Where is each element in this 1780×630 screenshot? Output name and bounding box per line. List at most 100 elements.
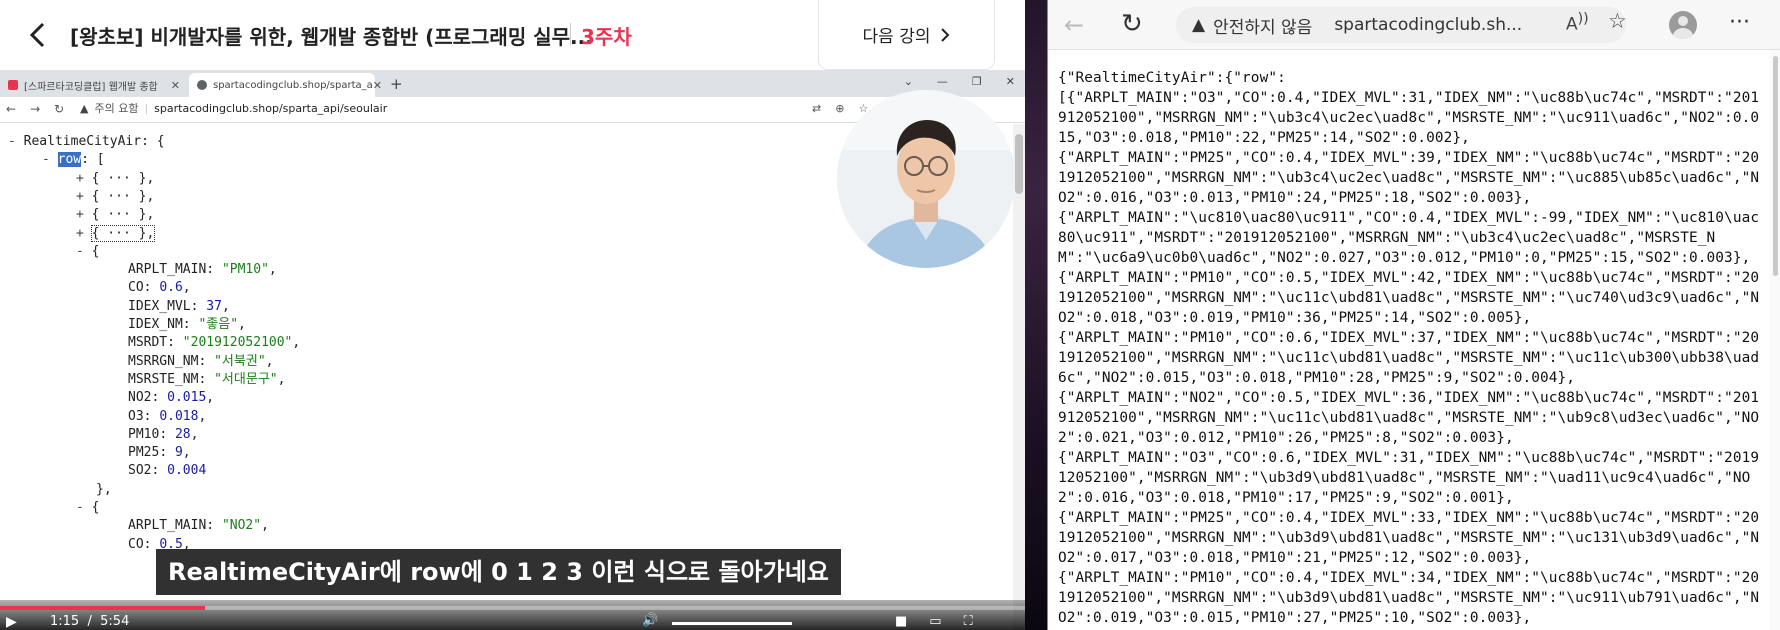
collapse-toggle[interactable]: - (76, 244, 92, 259)
json-property: MSRRGN_NM: "서북권", (128, 352, 273, 372)
fullscreen-icon[interactable]: ⛶ (964, 614, 973, 629)
play-icon[interactable]: ▶ (6, 614, 17, 630)
progress-bar[interactable] (0, 606, 1025, 610)
refresh-icon[interactable]: ↻ (54, 102, 64, 116)
subtitle-caption: RealtimeCityAir에 row에 0 1 2 3 이런 식으로 돌아가… (156, 549, 841, 595)
inner-tab-strip: [스파르타코딩클럽] 웹개발 종합 ✕ spartacodingclub.sho… (0, 70, 1025, 97)
json-value: 9 (174, 445, 183, 461)
json-punct: : { (141, 134, 165, 149)
forward-icon[interactable]: → (30, 102, 40, 116)
add-favorite-icon[interactable]: ☆ (1608, 9, 1627, 33)
divider (570, 23, 571, 45)
close-icon[interactable]: ✕ (171, 79, 180, 92)
expand-toggle[interactable]: + (76, 226, 92, 241)
json-value: 0.018 (159, 408, 199, 424)
expand-toggle[interactable]: + (76, 207, 92, 222)
zoom-icon[interactable]: ⊕ (835, 102, 844, 116)
inner-tab-active[interactable]: spartacodingclub.shop/sparta_a ✕ (189, 73, 382, 97)
refresh-icon[interactable]: ↻ (1121, 9, 1143, 39)
collapsed-object[interactable]: { ··· }, (90, 224, 156, 242)
current-time: 1:15 (50, 614, 80, 629)
json-punct: , (268, 262, 277, 278)
settings-icon[interactable]: ■ (895, 614, 907, 629)
back-button[interactable] (20, 17, 56, 53)
json-key: PM10 (128, 426, 160, 442)
avatar-body (1673, 28, 1693, 39)
collapsed-object[interactable]: { ··· }, (92, 207, 155, 222)
json-punct: , (182, 280, 191, 296)
address-url: spartacodingclub.sh... (1334, 15, 1523, 35)
json-punct: : (143, 408, 160, 424)
translate-icon[interactable]: ⇄ (812, 102, 821, 116)
time-display: 1:15 / 5:54 (50, 614, 129, 629)
json-property: CO: 0.6, (128, 278, 191, 298)
avatar-head (1678, 16, 1688, 26)
expand-toggle[interactable]: + (76, 189, 92, 204)
json-value: 37 (206, 298, 222, 314)
close-icon[interactable]: ✕ (373, 79, 382, 92)
presenter-webcam (837, 90, 1015, 268)
expand-toggle[interactable]: + (76, 171, 92, 186)
json-property: O3: 0.018, (128, 407, 206, 427)
json-key-selected: row (57, 152, 82, 168)
course-title: [왕초보] 비개발자를 위한, 웹개발 종합반 (프로그래밍 실무... (70, 25, 593, 49)
json-value: "서북권" (214, 353, 266, 369)
chevron-down-icon[interactable]: ⌄ (904, 75, 913, 88)
address-bar[interactable]: ▲ 안전하지 않음 spartacodingclub.sh... (1176, 7, 1626, 43)
minimize-icon[interactable]: — (937, 75, 948, 88)
scrollbar-thumb[interactable] (1773, 56, 1778, 276)
json-punct: , (198, 408, 207, 424)
json-key: ARPLT_MAIN (128, 518, 207, 534)
raw-json-text: {"RealtimeCityAir":{"row": [{"ARPLT_MAIN… (1058, 70, 1760, 626)
close-icon[interactable]: ✕ (1006, 75, 1015, 88)
json-key: RealtimeCityAir (23, 134, 142, 149)
json-punct: : (159, 426, 175, 442)
collapse-toggle[interactable]: - (76, 500, 92, 515)
presenter-image (837, 90, 1015, 268)
scrollbar[interactable] (1770, 50, 1780, 630)
security-label: 안전하지 않음 (1213, 17, 1313, 38)
theater-icon[interactable]: ▭ (929, 614, 941, 629)
json-property: PM10: 28, (128, 425, 198, 445)
next-lesson-button[interactable]: 다음 강의 (818, 0, 995, 70)
inner-address-bar[interactable]: ▲ 주의 요함 | spartacodingclub.shop/sparta_a… (80, 100, 387, 116)
json-row-line: - row: [ (42, 150, 105, 170)
json-key: O3 (128, 408, 144, 424)
more-menu-icon[interactable]: ··· (1729, 10, 1750, 35)
read-aloud-icon[interactable]: A)) (1566, 11, 1589, 35)
collapsed-object[interactable]: { ··· }, (92, 189, 155, 204)
maximize-icon[interactable]: ❐ (972, 75, 982, 88)
back-arrow-icon[interactable]: ← (1064, 11, 1084, 39)
json-key: MSRRGN_NM (128, 353, 199, 369)
scrollbar[interactable] (1013, 124, 1025, 630)
json-value: "PM10" (221, 262, 269, 278)
back-icon[interactable]: ← (6, 102, 16, 116)
json-key: ARPLT_MAIN (128, 262, 207, 278)
profile-avatar[interactable] (1669, 11, 1697, 39)
new-tab-icon[interactable]: + (390, 75, 403, 93)
video-player: [왕초보] 비개발자를 위한, 웹개발 종합반 (프로그래밍 실무... 3주차… (0, 0, 1025, 630)
json-punct: , (292, 335, 301, 351)
json-property: MSRDT: "201912052100", (128, 333, 300, 353)
scrollbar-thumb[interactable] (1015, 134, 1023, 194)
collapse-toggle[interactable]: - (8, 134, 24, 149)
globe-icon (197, 80, 207, 90)
inner-tab[interactable]: [스파르타코딩클럽] 웹개발 종합 ✕ (0, 73, 188, 97)
volume-icon[interactable]: 🔊 (642, 613, 658, 628)
collapse-toggle[interactable]: - (42, 152, 58, 167)
security-label: 주의 요함 (94, 102, 139, 115)
collapsed-object[interactable]: { ··· }, (92, 171, 155, 186)
json-root-line: - RealtimeCityAir: { (8, 132, 165, 152)
json-value: "서대문구" (214, 371, 278, 387)
json-value: 28 (174, 426, 191, 442)
json-property: PM25: 9, (128, 443, 191, 463)
inner-url: spartacodingclub.shop/sparta_api/seoulai… (154, 101, 388, 115)
json-punct: { (91, 500, 100, 515)
total-time: 5:54 (100, 614, 130, 629)
json-collapsed-item: + { ··· }, (76, 187, 154, 207)
json-punct: : (151, 390, 168, 406)
json-value: "NO2" (221, 518, 262, 534)
inner-tab-label: [스파르타코딩클럽] 웹개발 종합 (24, 81, 158, 93)
inner-nav-buttons: ← → ↻ (6, 102, 64, 116)
volume-slider[interactable] (672, 622, 792, 625)
